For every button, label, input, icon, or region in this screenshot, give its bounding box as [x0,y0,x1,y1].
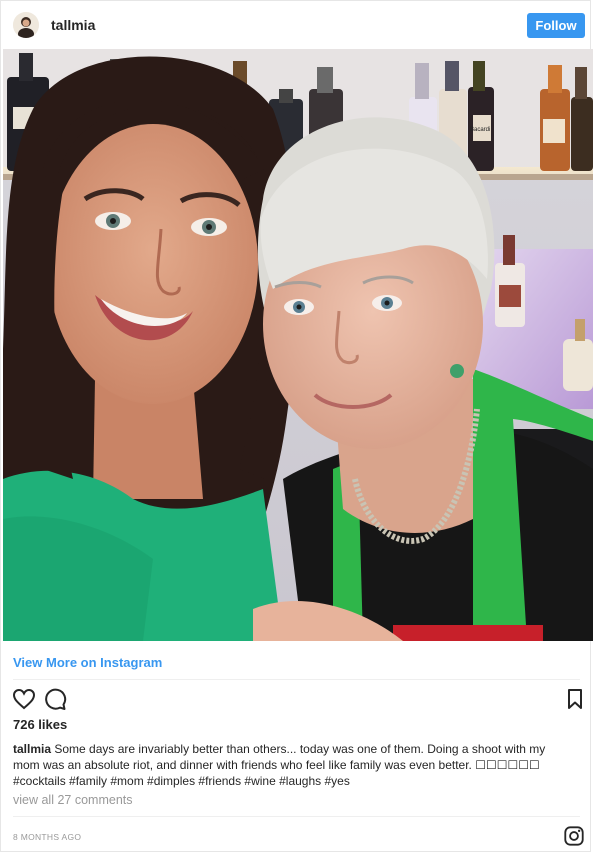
header-username[interactable]: tallmia [51,17,95,33]
caption-text: Some days are invariably better than oth… [13,742,546,772]
left-person [3,56,298,641]
divider [13,679,580,680]
post-header: tallmia Follow [1,1,592,49]
caption-hashtags[interactable]: #cocktails #family #mom #dimples #friend… [13,774,350,788]
follow-button[interactable]: Follow [527,13,585,38]
divider [13,816,580,817]
post-timestamp: 8 MONTHS AGO [13,832,82,842]
view-more-on-instagram-link[interactable]: View More on Instagram [13,655,162,670]
heart-icon[interactable] [12,687,36,711]
likes-count: 726 likes [13,717,68,732]
instagram-icon[interactable] [563,825,587,849]
bottle-label: Bacardi [470,127,490,133]
post-caption: tallmia Some days are invariably better … [13,741,573,789]
avatar[interactable] [13,12,39,38]
post-photo[interactable]: Bacardi [3,49,593,641]
view-all-comments-link[interactable]: view all 27 comments [13,793,133,807]
bookmark-icon[interactable] [563,687,587,711]
instagram-embed-card: tallmia Follow Bacardi View More on Inst… [0,0,593,852]
caption-username[interactable]: tallmia [13,742,51,756]
comment-icon[interactable] [43,687,67,711]
